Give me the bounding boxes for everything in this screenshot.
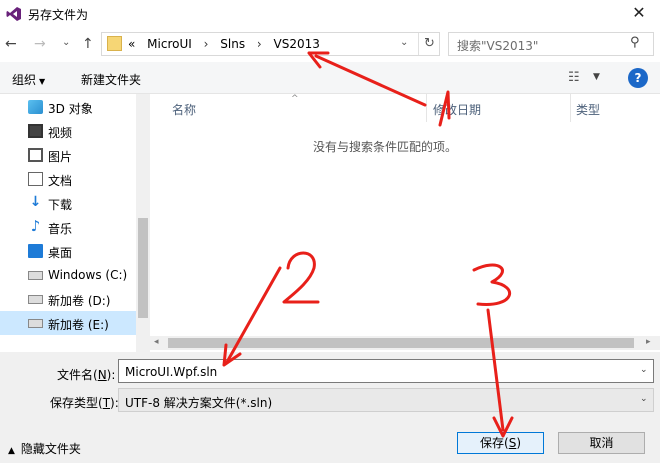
window-title: 另存文件为 xyxy=(28,8,89,22)
column-divider[interactable] xyxy=(426,94,427,122)
sidebar-item-label: 音乐 xyxy=(48,222,73,236)
dialog-footer: ▲ 隐藏文件夹 保存(S) 取消 xyxy=(0,422,660,463)
breadcrumb-separator-icon[interactable]: › xyxy=(204,37,209,51)
filename-field[interactable]: MicroUI.Wpf.sln ⌄ xyxy=(118,359,654,383)
filename-hotkey: N xyxy=(97,368,107,382)
hide-folders-label: 隐藏文件夹 xyxy=(20,442,81,456)
organize-button[interactable]: 组织 ▼ xyxy=(12,71,45,88)
column-header-name[interactable]: 名称 xyxy=(172,101,196,118)
sidebar-item-label: 视频 xyxy=(48,126,73,140)
sidebar-item-3d-objects[interactable]: 3D 对象 xyxy=(0,95,136,119)
horizontal-scrollbar-thumb[interactable] xyxy=(168,338,634,348)
filetype-value: UTF-8 解决方案文件(*.sln) xyxy=(125,396,273,410)
sidebar-item-label: Windows (C:) xyxy=(48,268,128,282)
sidebar-item-label: 新加卷 (D:) xyxy=(48,294,111,308)
navigation-bar: ← → ⌄ ↑ « MicroUI › Slns › VS2013 ⌄ ↻ 搜索… xyxy=(0,28,660,62)
file-list-horizontal-scrollbar[interactable]: ◂ ▸ xyxy=(150,336,660,350)
address-dropdown-icon[interactable]: ⌄ xyxy=(400,37,408,48)
sidebar-item-drive-c[interactable]: Windows (C:) xyxy=(0,263,136,287)
view-options-icon[interactable]: ☷ xyxy=(568,70,580,85)
filetype-select[interactable]: UTF-8 解决方案文件(*.sln) ⌄ xyxy=(118,388,654,412)
recent-locations-chevron-icon[interactable]: ⌄ xyxy=(62,37,70,48)
sidebar-item-drive-d[interactable]: 新加卷 (D:) xyxy=(0,287,136,311)
sort-ascending-icon: ^ xyxy=(291,94,299,104)
breadcrumb-overflow[interactable]: « xyxy=(128,37,135,51)
sidebar-item-videos[interactable]: 视频 xyxy=(0,119,136,143)
filename-value: MicroUI.Wpf.sln xyxy=(125,365,218,379)
sidebar-item-label: 下载 xyxy=(48,198,73,212)
refresh-icon[interactable]: ↻ xyxy=(418,33,440,55)
filename-label-end: ): xyxy=(106,368,116,382)
sidebar-item-drive-e[interactable]: 新加卷 (E:) xyxy=(0,311,136,335)
back-arrow-icon[interactable]: ← xyxy=(5,36,17,52)
sidebar-item-label: 桌面 xyxy=(48,246,73,260)
column-header-date[interactable]: 修改日期 xyxy=(433,101,481,118)
forward-arrow-icon[interactable]: → xyxy=(34,36,46,52)
search-icon[interactable]: ⚲ xyxy=(630,35,640,50)
sidebar-item-desktop[interactable]: 桌面 xyxy=(0,239,136,263)
scroll-right-icon[interactable]: ▸ xyxy=(646,337,651,347)
music-icon: ♪ xyxy=(30,217,41,235)
file-list: ^ 名称 修改日期 类型 没有与搜索条件匹配的项。 xyxy=(150,94,660,336)
breadcrumb-item[interactable]: VS2013 xyxy=(274,37,320,51)
visual-studio-icon xyxy=(6,7,21,21)
save-form: 文件名(N): MicroUI.Wpf.sln ⌄ 保存类型(T): UTF-8… xyxy=(0,352,660,422)
chevron-down-icon[interactable]: ⌄ xyxy=(640,365,648,375)
chevron-down-icon: ▼ xyxy=(39,77,46,86)
scroll-left-icon[interactable]: ◂ xyxy=(154,337,159,347)
breadcrumb-item[interactable]: MicroUI xyxy=(147,37,192,51)
filename-label: 文件名(N): xyxy=(57,366,115,383)
filetype-label-text: 保存类型( xyxy=(50,396,103,410)
chevron-down-icon[interactable]: ⌄ xyxy=(640,394,648,404)
organize-label: 组织 xyxy=(12,73,37,87)
cube-icon xyxy=(28,100,43,114)
up-arrow-icon[interactable]: ↑ xyxy=(82,36,94,52)
document-icon xyxy=(28,172,43,186)
desktop-icon xyxy=(28,244,43,258)
drive-icon xyxy=(28,295,43,304)
sidebar-item-label: 文档 xyxy=(48,174,73,188)
help-icon[interactable]: ? xyxy=(628,68,648,88)
column-divider[interactable] xyxy=(570,94,571,122)
sidebar-item-label: 新加卷 (E:) xyxy=(48,318,109,332)
sidebar-item-music[interactable]: ♪ 音乐 xyxy=(0,215,136,239)
save-label-end: ) xyxy=(516,436,521,450)
picture-icon xyxy=(28,148,43,162)
address-bar[interactable]: « MicroUI › Slns › VS2013 ⌄ ↻ xyxy=(101,32,440,56)
breadcrumb-item[interactable]: Slns xyxy=(220,37,245,51)
sidebar-scrollbar[interactable] xyxy=(136,94,150,352)
drive-icon xyxy=(28,319,43,328)
video-icon xyxy=(28,124,43,138)
download-icon: ↓ xyxy=(29,194,42,210)
sidebar-item-documents[interactable]: 文档 xyxy=(0,167,136,191)
command-toolbar: 组织 ▼ 新建文件夹 ☷ ▼ ? xyxy=(0,62,660,94)
view-dropdown-icon[interactable]: ▼ xyxy=(593,72,600,82)
navigation-pane: 3D 对象 视频 图片 文档 ↓ 下载 ♪ 音乐 桌面 Windows (C:)… xyxy=(0,94,150,352)
hide-folders-toggle[interactable]: ▲ 隐藏文件夹 xyxy=(8,440,81,457)
chevron-up-icon: ▲ xyxy=(8,446,15,456)
new-folder-button[interactable]: 新建文件夹 xyxy=(81,71,141,88)
filetype-hotkey: T xyxy=(102,396,111,410)
sidebar-scrollbar-thumb[interactable] xyxy=(138,218,148,318)
sidebar-item-label: 3D 对象 xyxy=(48,102,93,116)
title-bar: 另存文件为 ✕ xyxy=(0,0,660,28)
sidebar-item-pictures[interactable]: 图片 xyxy=(0,143,136,167)
search-input[interactable]: 搜索"VS2013" ⚲ xyxy=(448,32,654,56)
save-label: 保存( xyxy=(480,436,509,450)
filename-label-text: 文件名( xyxy=(57,368,98,382)
empty-results-message: 没有与搜索条件匹配的项。 xyxy=(312,140,457,154)
column-header-type[interactable]: 类型 xyxy=(576,101,600,118)
breadcrumb-separator-icon[interactable]: › xyxy=(257,37,262,51)
cancel-button[interactable]: 取消 xyxy=(558,432,645,454)
folder-icon xyxy=(107,36,122,51)
search-placeholder: 搜索"VS2013" xyxy=(457,39,539,53)
windows-drive-icon xyxy=(28,271,43,280)
sidebar-item-downloads[interactable]: ↓ 下载 xyxy=(0,191,136,215)
sidebar-item-label: 图片 xyxy=(48,150,73,164)
breadcrumb: « MicroUI › Slns › VS2013 xyxy=(128,37,328,51)
save-button[interactable]: 保存(S) xyxy=(457,432,544,454)
close-icon[interactable]: ✕ xyxy=(620,1,658,27)
filetype-label: 保存类型(T): xyxy=(50,394,119,411)
